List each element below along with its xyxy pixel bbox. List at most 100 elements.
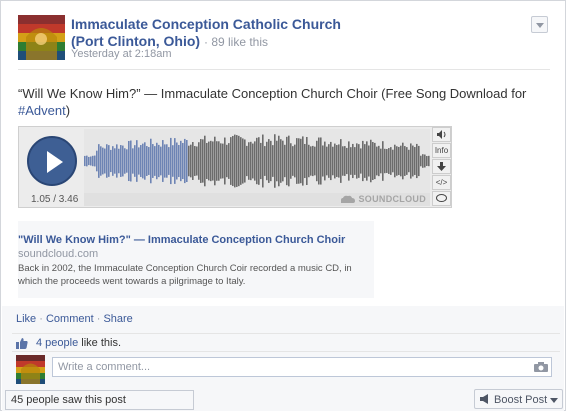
boost-post-button[interactable]: Boost Post <box>474 389 563 409</box>
waveform-bar <box>184 138 186 184</box>
waveform-bar <box>372 141 374 181</box>
info-button[interactable]: Info <box>432 143 451 158</box>
waveform-bar <box>260 142 262 180</box>
waveform-bar <box>270 140 272 182</box>
play-button[interactable] <box>27 136 77 186</box>
waveform-bar <box>406 147 408 175</box>
link-preview[interactable]: "Will We Know Him?" — Immaculate Concept… <box>18 221 374 298</box>
waveform-bar <box>226 144 228 178</box>
post-timestamp[interactable]: Yesterday at 2:18am <box>71 48 172 60</box>
waveform-bar <box>240 137 242 185</box>
waveform-bar <box>344 146 346 176</box>
waveform-bar <box>198 142 200 180</box>
waveform-bar <box>116 144 118 178</box>
waveform-bar <box>262 134 264 188</box>
waveform-bar <box>96 150 98 172</box>
waveform-bar <box>282 140 284 182</box>
waveform-bar <box>142 143 144 179</box>
waveform-bar <box>236 135 238 187</box>
waveform-bar <box>254 141 256 181</box>
waveform-bar <box>180 140 182 182</box>
waveform-bar <box>106 144 108 178</box>
waveform-bar <box>92 155 94 167</box>
hashtag-link[interactable]: #Advent <box>18 103 66 118</box>
waveform-bar <box>298 138 300 184</box>
waveform-bar <box>330 141 332 181</box>
waveform-bar <box>326 146 328 176</box>
waveform-footer: SOUNDCLOUD <box>84 193 430 206</box>
waveform-bar <box>294 144 296 178</box>
comment-link[interactable]: Comment <box>46 313 94 325</box>
waveform-bar <box>102 147 104 175</box>
share-link[interactable]: Share <box>103 313 132 325</box>
waveform-bar <box>274 134 276 188</box>
waveform-bar <box>314 146 316 176</box>
waveform-bar <box>196 146 198 176</box>
reach-counter[interactable]: 45 people saw this post <box>5 390 194 410</box>
waveform-bar <box>134 145 136 177</box>
action-separator: · <box>36 313 46 325</box>
waveform-bar <box>334 143 336 179</box>
waveform-bar <box>118 148 120 174</box>
post-options-button[interactable] <box>531 16 548 33</box>
speech-bubble-icon <box>436 194 447 202</box>
camera-icon[interactable] <box>534 362 548 372</box>
waveform-bar <box>300 138 302 184</box>
download-button[interactable] <box>432 159 451 174</box>
link-preview-description: Back in 2002, the Immaculate Conception … <box>18 263 352 287</box>
comment-player-button[interactable] <box>432 191 451 206</box>
waveform-bar <box>426 156 428 166</box>
waveform-bar <box>318 137 320 185</box>
waveform-bar <box>188 145 190 177</box>
waveform-bar <box>148 147 150 175</box>
waveform-bar <box>302 136 304 186</box>
waveform-bar <box>252 143 254 179</box>
waveform-bar <box>328 144 330 178</box>
waveform-bar <box>242 138 244 184</box>
waveform-bar <box>382 141 384 181</box>
like-link[interactable]: Like <box>16 313 36 325</box>
waveform-bar <box>202 139 204 183</box>
waveform-bar <box>192 142 194 180</box>
thumbs-up-icon <box>16 338 28 349</box>
user-avatar[interactable] <box>16 355 45 384</box>
embed-button[interactable]: </> <box>432 175 451 190</box>
waveform-bar <box>146 146 148 176</box>
waveform-bar <box>370 139 372 183</box>
waveform-bar <box>100 146 102 176</box>
waveform-bar <box>206 142 208 180</box>
waveform-bar <box>400 145 402 177</box>
waveform-bar <box>290 143 292 179</box>
waveform-bar <box>366 141 368 181</box>
waveform-bar <box>306 137 308 185</box>
waveform-bar <box>256 137 258 185</box>
waveform-bar <box>384 148 386 174</box>
volume-button[interactable] <box>432 127 451 142</box>
page-like-count: · 89 like this <box>203 35 269 49</box>
waveform-bar <box>234 134 236 188</box>
waveform-graphic[interactable] <box>84 129 430 193</box>
comment-input[interactable] <box>52 357 552 377</box>
waveform-bar <box>228 143 230 179</box>
chevron-down-icon <box>536 23 544 28</box>
waveform-bar <box>222 143 224 179</box>
waveform-bar <box>218 141 220 181</box>
waveform-bar <box>310 146 312 176</box>
waveform-bar <box>394 144 396 178</box>
page-name-link[interactable]: Immaculate Conception Catholic Church (P… <box>71 16 371 51</box>
chevron-down-icon <box>550 398 558 403</box>
waveform-bar <box>168 147 170 175</box>
waveform-bar <box>186 139 188 183</box>
waveform-bar <box>158 144 160 178</box>
link-preview-title[interactable]: "Will We Know Him?" — Immaculate Concept… <box>18 234 345 246</box>
post-message: “Will We Know Him?” — Immaculate Concept… <box>18 85 548 119</box>
waveform-bar <box>364 144 366 178</box>
waveform-bar <box>164 144 166 178</box>
waveform[interactable] <box>84 129 430 193</box>
post-card: Immaculate Conception Catholic Church (P… <box>0 0 566 411</box>
likes-suffix: like this. <box>78 337 122 349</box>
page-avatar[interactable] <box>18 15 65 60</box>
waveform-bar <box>132 148 134 174</box>
waveform-bar <box>320 137 322 185</box>
likers-link[interactable]: 4 people <box>36 337 78 349</box>
